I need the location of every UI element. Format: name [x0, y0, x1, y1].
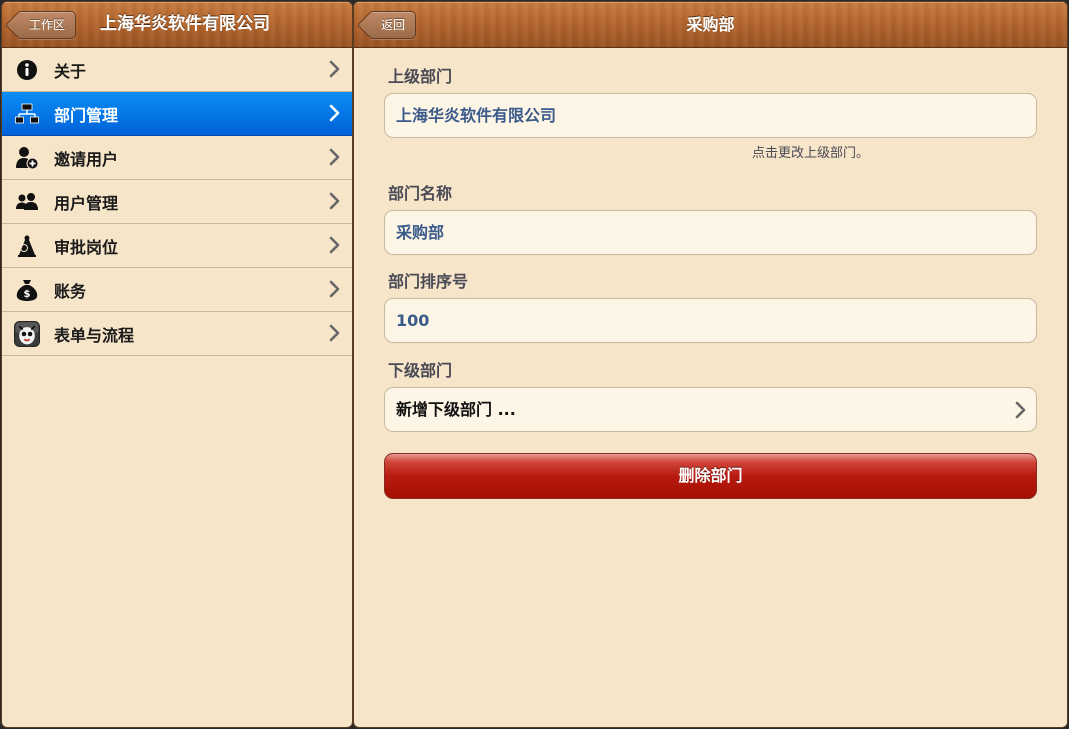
org-chart-icon — [14, 101, 40, 127]
department-name-input[interactable]: 采购部 — [384, 210, 1037, 255]
sidebar-pane: 工作区 上海华炎软件有限公司 关于 部门管理 邀请用户 用户管理 审批岗位 $ … — [1, 1, 353, 728]
sidebar-item-approval-positions[interactable]: 审批岗位 — [2, 224, 352, 268]
svg-text:$: $ — [24, 289, 31, 300]
app-icon — [14, 320, 40, 347]
sidebar-item-user-management[interactable]: 用户管理 — [2, 180, 352, 224]
delete-department-button[interactable]: 删除部门 — [384, 453, 1037, 499]
approval-icon — [14, 233, 40, 259]
child-departments-label: 下级部门 — [388, 361, 453, 380]
chevron-right-icon — [329, 324, 340, 342]
page-title: 采购部 — [686, 15, 735, 34]
app-window: 工作区 上海华炎软件有限公司 关于 部门管理 邀请用户 用户管理 审批岗位 $ … — [0, 0, 1069, 729]
parent-department-label: 上级部门 — [388, 67, 453, 86]
sidebar-item-label: 部门管理 — [54, 105, 119, 125]
add-child-department-label: 新增下级部门 ... — [396, 400, 516, 419]
detail-pane: 返回 采购部 上级部门 上海华炎软件有限公司 点击更改上级部门。 部门名称 采购… — [353, 1, 1068, 728]
sidebar-item-finance[interactable]: $ 账务 — [2, 268, 352, 312]
sidebar-item-label: 表单与流程 — [54, 325, 135, 345]
company-title: 上海华炎软件有限公司 — [100, 14, 270, 34]
chevron-right-icon — [329, 236, 340, 254]
workspace-back-button[interactable]: 工作区 — [16, 11, 77, 39]
sidebar-item-label: 审批岗位 — [54, 237, 119, 257]
chevron-right-icon — [1015, 401, 1026, 419]
add-child-department-button[interactable]: 新增下级部门 ... — [384, 387, 1037, 432]
sidebar-item-invite-users[interactable]: 邀请用户 — [2, 136, 352, 180]
sidebar-item-label: 账务 — [54, 281, 87, 301]
department-order-label: 部门排序号 — [388, 272, 469, 291]
detail-navbar: 返回 采购部 — [354, 2, 1067, 48]
parent-department-field[interactable]: 上海华炎软件有限公司 — [384, 93, 1037, 138]
chevron-right-icon — [329, 148, 340, 166]
chevron-right-icon — [329, 192, 340, 210]
chevron-right-icon — [329, 104, 340, 122]
sidebar-item-forms-workflow[interactable]: 表单与流程 — [2, 312, 352, 356]
chevron-right-icon — [329, 60, 340, 78]
info-icon — [14, 57, 40, 83]
department-form: 上级部门 上海华炎软件有限公司 点击更改上级部门。 部门名称 采购部 部门排序号… — [384, 47, 1037, 499]
workspace-back-label: 工作区 — [29, 18, 66, 32]
add-user-icon — [14, 145, 40, 171]
sidebar-item-label: 邀请用户 — [54, 149, 119, 169]
parent-department-hint: 点击更改上级部门。 — [751, 146, 869, 161]
sidebar-item-label: 关于 — [54, 61, 87, 81]
department-name-label: 部门名称 — [388, 184, 453, 203]
chevron-right-icon — [329, 280, 340, 298]
sidebar-menu: 关于 部门管理 邀请用户 用户管理 审批岗位 $ 账务 表单与流程 — [2, 48, 352, 356]
money-bag-icon: $ — [14, 277, 40, 303]
sidebar-item-departments[interactable]: 部门管理 — [2, 92, 352, 136]
sidebar-item-label: 用户管理 — [54, 193, 119, 213]
users-icon — [14, 189, 40, 215]
department-order-input[interactable]: 100 — [384, 298, 1037, 343]
sidebar-item-about[interactable]: 关于 — [2, 48, 352, 92]
sidebar-navbar: 工作区 上海华炎软件有限公司 — [2, 2, 352, 48]
